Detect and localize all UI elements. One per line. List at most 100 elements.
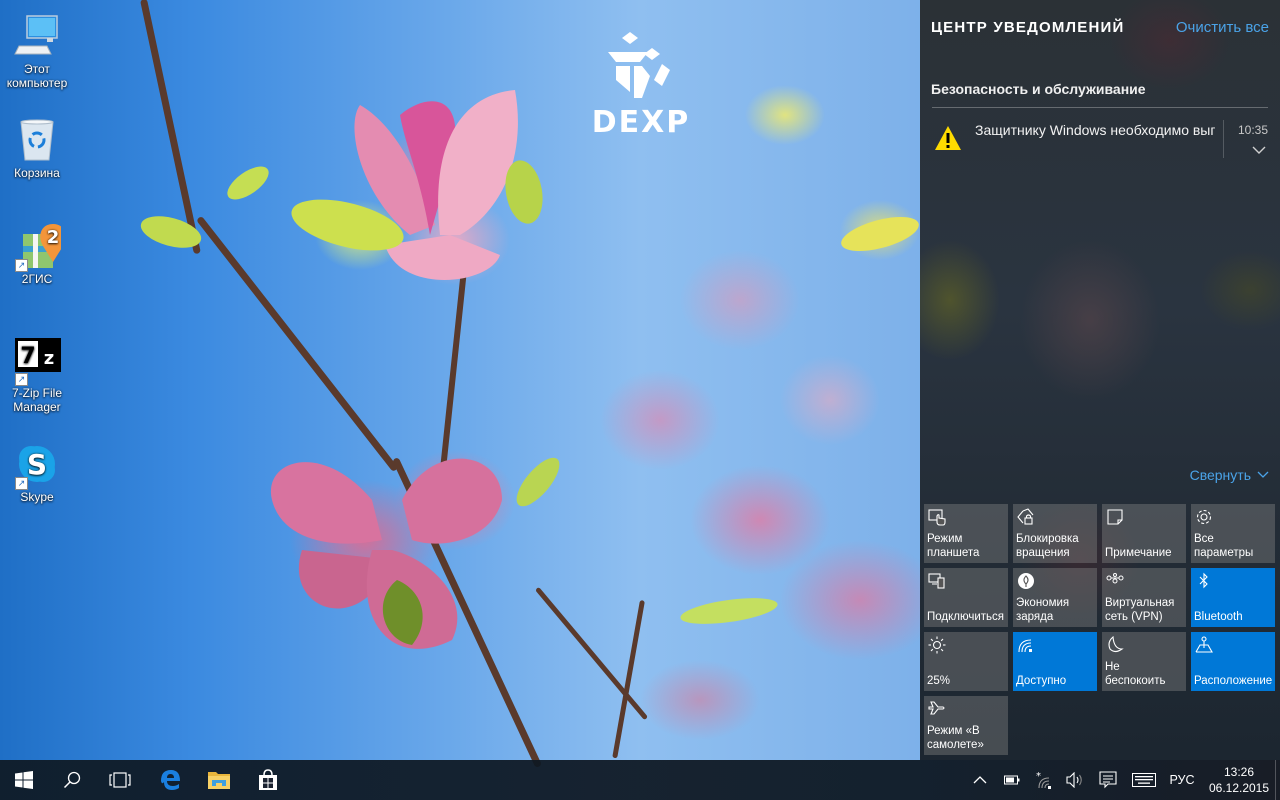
tile-note[interactable]: Примечание xyxy=(1102,504,1186,563)
dexp-logo-text: DEXP xyxy=(592,105,691,138)
dexp-logo: DEXP xyxy=(592,32,691,138)
divider xyxy=(1223,120,1224,158)
desktop-icon-recycle-bin[interactable]: Корзина xyxy=(0,116,74,180)
warning-icon xyxy=(935,126,961,150)
battery-tray-button[interactable] xyxy=(998,760,1026,800)
folder-icon xyxy=(208,772,230,789)
network-tray-button[interactable]: * xyxy=(1030,760,1058,800)
tile-connect[interactable]: Подключиться xyxy=(924,568,1008,627)
tile-label: Экономия заряда xyxy=(1016,597,1070,623)
location-icon xyxy=(1195,636,1213,653)
magnolia-flower xyxy=(270,458,502,649)
tile-bluetooth[interactable]: Bluetooth xyxy=(1191,568,1275,627)
edge-icon xyxy=(161,770,180,790)
svg-text:7: 7 xyxy=(20,344,35,369)
wallpaper-leaf xyxy=(222,160,274,206)
shortcut-arrow-icon: ↗ xyxy=(15,373,28,386)
brightness-icon xyxy=(928,636,946,654)
taskbar: * РУС 13:26 06.12.2015 xyxy=(0,760,1280,800)
shortcut-arrow-icon: ↗ xyxy=(15,477,28,490)
desktop-icon-skype[interactable]: S ↗ Skype xyxy=(0,440,74,504)
wallpaper-leaf xyxy=(678,593,780,629)
clear-all-link[interactable]: Очистить все xyxy=(1176,19,1269,36)
search-button[interactable] xyxy=(48,760,96,800)
windows-logo-icon xyxy=(15,771,33,789)
task-view-button[interactable] xyxy=(96,760,144,800)
task-view-icon xyxy=(109,772,131,788)
action-center-icon xyxy=(1099,771,1117,789)
chevron-down-icon xyxy=(1257,471,1269,478)
notification-group-title[interactable]: Безопасность и обслуживание xyxy=(931,81,1146,97)
tile-location[interactable]: Расположение xyxy=(1191,632,1275,691)
tablet-mode-icon xyxy=(928,509,946,526)
recycle-bin-icon xyxy=(20,119,54,161)
notification-time: 10:35 xyxy=(1238,123,1269,137)
touch-keyboard-button[interactable] xyxy=(1128,760,1160,800)
chevron-up-icon xyxy=(973,776,987,784)
action-center-title: ЦЕНТР УВЕДОМЛЕНИЙ xyxy=(931,19,1125,36)
svg-text:2: 2 xyxy=(47,227,60,248)
settings-icon xyxy=(1196,509,1212,525)
connect-icon xyxy=(928,573,945,589)
wifi-icon xyxy=(1018,639,1032,653)
input-language-button[interactable]: РУС xyxy=(1164,760,1200,800)
clock-button[interactable]: 13:26 06.12.2015 xyxy=(1206,760,1272,800)
tile-label: Подключиться xyxy=(927,611,1005,623)
volume-icon xyxy=(1066,772,1082,788)
desktop-icon-2gis[interactable]: 2 ↗ 2ГИС xyxy=(0,222,74,286)
wifi-available-icon: * xyxy=(1036,771,1051,789)
battery-icon xyxy=(1004,775,1020,785)
svg-text:z: z xyxy=(44,348,54,369)
tile-label: Доступно xyxy=(1016,675,1067,687)
tile-label: Все параметры xyxy=(1194,533,1254,559)
desktop-icon-label: Корзина xyxy=(14,166,60,180)
keyboard-icon xyxy=(1132,773,1156,787)
tile-wifi[interactable]: Доступно xyxy=(1013,632,1097,691)
search-icon xyxy=(63,771,81,789)
show-hidden-icons-button[interactable] xyxy=(968,760,992,800)
tile-battery-saver[interactable]: Экономия заряда xyxy=(1013,568,1097,627)
tile-quiet-hours[interactable]: Не беспокоить xyxy=(1102,632,1186,691)
tile-brightness[interactable]: 25% xyxy=(924,632,1008,691)
this-pc-icon xyxy=(14,15,58,55)
tile-label: Режим «В самолете» xyxy=(927,725,984,751)
tile-vpn[interactable]: Виртуальная сеть (VPN) xyxy=(1102,568,1186,627)
show-desktop-button[interactable] xyxy=(1275,760,1280,800)
tile-label: 25% xyxy=(927,675,951,687)
file-explorer-button[interactable] xyxy=(195,760,243,800)
tile-rotation-lock[interactable]: Блокировка вращения xyxy=(1013,504,1097,563)
volume-tray-button[interactable] xyxy=(1062,760,1088,800)
svg-text:S: S xyxy=(27,448,47,481)
tile-label: Режим планшета xyxy=(927,533,980,559)
desktop-icon-7zip[interactable]: 7 z ↗ 7-Zip File Manager xyxy=(0,336,74,414)
note-icon xyxy=(1107,509,1123,525)
skype-icon: S ↗ xyxy=(13,440,61,490)
magnolia-flower xyxy=(354,90,518,280)
desktop-icon-label: 7-Zip File Manager xyxy=(11,386,62,414)
clock-date: 06.12.2015 xyxy=(1208,781,1270,795)
tile-label: Bluetooth xyxy=(1194,611,1243,623)
tile-label: Расположение xyxy=(1194,675,1273,687)
tile-airplane-mode[interactable]: Режим «В самолете» xyxy=(924,696,1008,755)
notification-item[interactable]: Защитнику Windows необходимо выполнить 1… xyxy=(920,108,1280,162)
wallpaper-leaf xyxy=(837,210,923,258)
tile-label: Не беспокоить xyxy=(1105,661,1166,687)
collapse-button[interactable]: Свернуть xyxy=(1190,467,1269,483)
rotation-lock-icon xyxy=(1017,508,1034,525)
tile-label: Виртуальная сеть (VPN) xyxy=(1105,597,1175,623)
store-button[interactable] xyxy=(244,760,292,800)
battery-saver-icon xyxy=(1018,573,1034,589)
wallpaper-leaf xyxy=(509,451,567,513)
desktop-icon-label: Этот компьютер xyxy=(6,62,68,90)
start-button[interactable] xyxy=(0,760,48,800)
clock-time: 13:26 xyxy=(1223,765,1255,779)
tile-tablet-mode[interactable]: Режим планшета xyxy=(924,504,1008,563)
desktop-icon-this-pc[interactable]: Этот компьютер xyxy=(0,12,74,90)
vpn-icon xyxy=(1106,573,1124,584)
action-center-tray-button[interactable] xyxy=(1094,760,1122,800)
chevron-down-icon[interactable] xyxy=(1251,144,1267,156)
tile-all-settings[interactable]: Все параметры xyxy=(1191,504,1275,563)
shortcut-arrow-icon: ↗ xyxy=(15,259,28,272)
airplane-mode-icon xyxy=(928,701,945,715)
edge-button[interactable] xyxy=(146,760,194,800)
